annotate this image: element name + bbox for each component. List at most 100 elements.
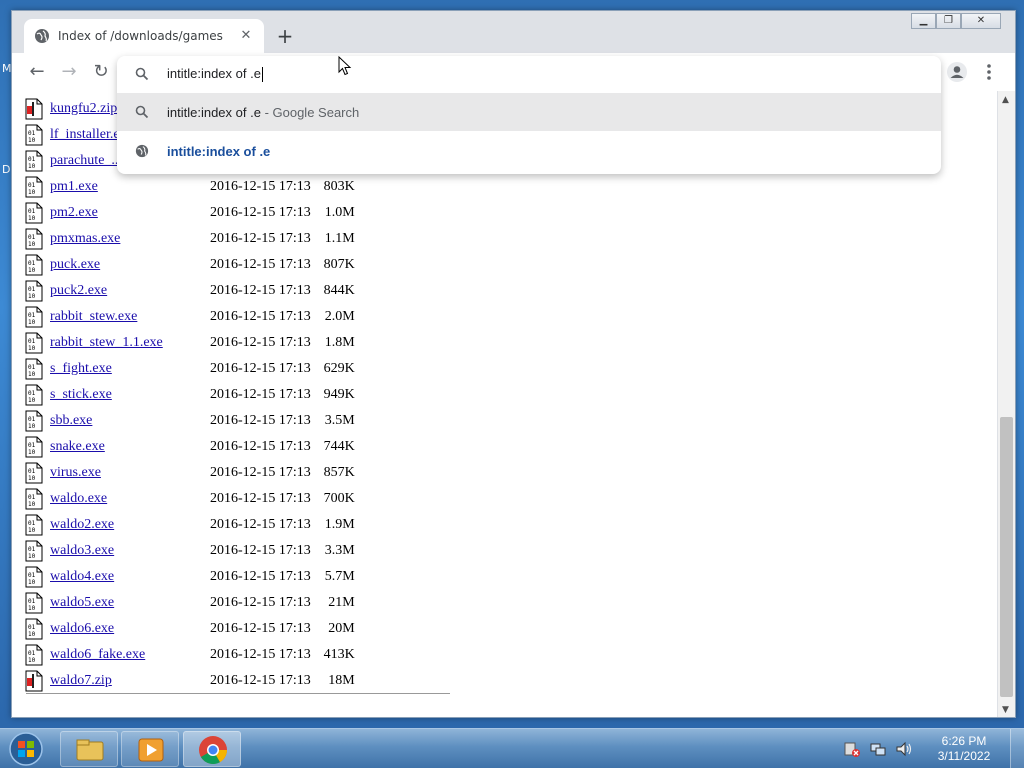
scroll-up-icon[interactable]: ▲ — [1002, 95, 1009, 105]
action-center-icon[interactable] — [842, 739, 862, 759]
table-row: waldo7.zip 2016-12-15 17:13 18M — [24, 669, 355, 693]
taskbar-media-player[interactable] — [121, 731, 179, 767]
file-link[interactable]: s_stick.exe — [50, 387, 210, 403]
file-link[interactable]: waldo.exe — [50, 491, 210, 507]
omnibox-input-row[interactable]: intitle:index of .e — [117, 56, 941, 92]
vertical-scrollbar[interactable]: ▲ ▼ — [998, 91, 1015, 717]
file-link[interactable]: waldo6_fake.exe — [50, 647, 210, 663]
browser-window: Index of /downloads/games ✕ + ▁ ❐ ✕ ← → … — [11, 10, 1016, 718]
file-size: 1.9M — [324, 517, 355, 532]
suggestion-google-search[interactable]: intitle:index of .e - Google Search — [117, 93, 941, 131]
svg-text:10: 10 — [28, 423, 36, 430]
table-row: 01 10 waldo3.exe 2016-12-15 17:13 3.3M — [24, 539, 355, 563]
search-icon — [135, 67, 149, 81]
svg-text:10: 10 — [28, 345, 36, 352]
scroll-thumb[interactable] — [1000, 417, 1013, 697]
file-size: 629K — [323, 361, 355, 376]
file-link[interactable]: waldo5.exe — [50, 595, 210, 611]
omnibox-input: intitle:index of .e — [167, 66, 263, 83]
file-link[interactable]: rabbit_stew_1.1.exe — [50, 335, 210, 351]
binary-file-icon: 0110 — [25, 566, 43, 588]
file-size: 700K — [323, 491, 355, 506]
svg-text:01: 01 — [28, 208, 36, 215]
svg-text:10: 10 — [28, 579, 36, 586]
close-window-button[interactable]: ✕ — [961, 13, 1001, 29]
file-link[interactable]: waldo7.zip — [50, 673, 210, 689]
file-size: 20M — [328, 621, 355, 636]
tab-close-icon[interactable]: ✕ — [238, 28, 254, 44]
table-row: 01 10 waldo6.exe 2016-12-15 17:13 20M — [24, 617, 355, 641]
svg-text:10: 10 — [28, 449, 36, 456]
back-button[interactable]: ← — [26, 61, 48, 83]
svg-text:10: 10 — [28, 475, 36, 482]
file-size: 1.8M — [324, 335, 355, 350]
suggestion-url[interactable]: intitle:index of .e — [117, 132, 941, 170]
file-link[interactable]: s_fight.exe — [50, 361, 210, 377]
file-size: 807K — [323, 257, 355, 272]
file-link[interactable]: virus.exe — [50, 465, 210, 481]
file-link[interactable]: pm1.exe — [50, 179, 210, 195]
table-row: 01 10 waldo4.exe 2016-12-15 17:13 5.7M — [24, 565, 355, 589]
file-link[interactable]: waldo3.exe — [50, 543, 210, 559]
browser-tab[interactable]: Index of /downloads/games ✕ — [24, 19, 264, 53]
file-link[interactable]: waldo2.exe — [50, 517, 210, 533]
taskbar-explorer[interactable] — [60, 731, 118, 767]
file-link[interactable]: pmxmas.exe — [50, 231, 210, 247]
file-size: 18M — [328, 673, 355, 688]
svg-text:10: 10 — [28, 605, 36, 612]
svg-text:01: 01 — [28, 130, 36, 137]
reload-button[interactable]: ↻ — [90, 61, 112, 83]
file-size: 21M — [328, 595, 355, 610]
file-link[interactable]: sbb.exe — [50, 413, 210, 429]
new-tab-button[interactable]: + — [274, 25, 296, 47]
show-desktop-button[interactable] — [1010, 729, 1024, 768]
file-size: 1.0M — [324, 205, 355, 220]
svg-text:01: 01 — [28, 234, 36, 241]
table-row: 01 10 waldo2.exe 2016-12-15 17:13 1.9M — [24, 513, 355, 537]
file-date: 2016-12-15 17:13 — [210, 387, 311, 402]
file-date: 2016-12-15 17:13 — [210, 179, 311, 194]
file-link[interactable]: rabbit_stew.exe — [50, 309, 210, 325]
taskbar-chrome[interactable] — [183, 731, 241, 767]
svg-text:10: 10 — [28, 319, 36, 326]
file-link[interactable]: snake.exe — [50, 439, 210, 455]
file-size: 3.5M — [324, 413, 355, 428]
file-date: 2016-12-15 17:13 — [210, 335, 311, 350]
taskbar-clock[interactable]: 6:26 PM 3/11/2022 — [932, 734, 996, 764]
file-link[interactable]: pm2.exe — [50, 205, 210, 221]
suggestion-text: intitle:index of .e — [167, 104, 261, 120]
title-bar: Index of /downloads/games ✕ + ▁ ❐ ✕ — [12, 11, 1015, 53]
file-date: 2016-12-15 17:13 — [210, 309, 311, 324]
file-date: 2016-12-15 17:13 — [210, 465, 311, 480]
binary-file-icon: 0110 — [25, 462, 43, 484]
network-icon[interactable] — [868, 739, 888, 759]
minimize-button[interactable]: ▁ — [911, 13, 936, 29]
file-date: 2016-12-15 17:13 — [210, 491, 311, 506]
profile-icon[interactable] — [946, 61, 968, 83]
forward-button[interactable]: → — [58, 61, 80, 83]
table-row: 01 10 snake.exe 2016-12-15 17:13 744K — [24, 435, 355, 459]
binary-file-icon: 0110 — [25, 410, 43, 432]
binary-file-icon: 0110 — [25, 254, 43, 276]
file-link[interactable]: waldo4.exe — [50, 569, 210, 585]
file-link[interactable]: puck2.exe — [50, 283, 210, 299]
binary-file-icon: 0110 — [25, 358, 43, 380]
text-caret — [261, 67, 263, 83]
binary-file-icon: 0110 — [25, 280, 43, 302]
start-button[interactable] — [6, 731, 46, 767]
file-link[interactable]: waldo6.exe — [50, 621, 210, 637]
svg-text:10: 10 — [28, 501, 36, 508]
table-row: 01 10 sbb.exe 2016-12-15 17:13 3.5M — [24, 409, 355, 433]
omnibox-input-text[interactable]: intitle:index of .e — [167, 66, 261, 81]
clock-time: 6:26 PM — [941, 734, 987, 748]
table-row: 01 10 waldo6_fake.exe 2016-12-15 17:13 413K — [24, 643, 355, 667]
table-row: 01 10 rabbit_stew_1.1.exe 2016-12-15 17:13 1… — [24, 331, 355, 355]
mouse-cursor-icon — [338, 56, 352, 76]
file-link[interactable]: puck.exe — [50, 257, 210, 273]
volume-icon[interactable] — [894, 739, 914, 759]
restore-button[interactable]: ❐ — [936, 13, 961, 29]
file-size: 803K — [323, 179, 355, 194]
menu-icon[interactable] — [978, 61, 1000, 83]
scroll-down-icon[interactable]: ▼ — [1002, 705, 1009, 715]
binary-file-icon: 0110 — [25, 644, 43, 666]
